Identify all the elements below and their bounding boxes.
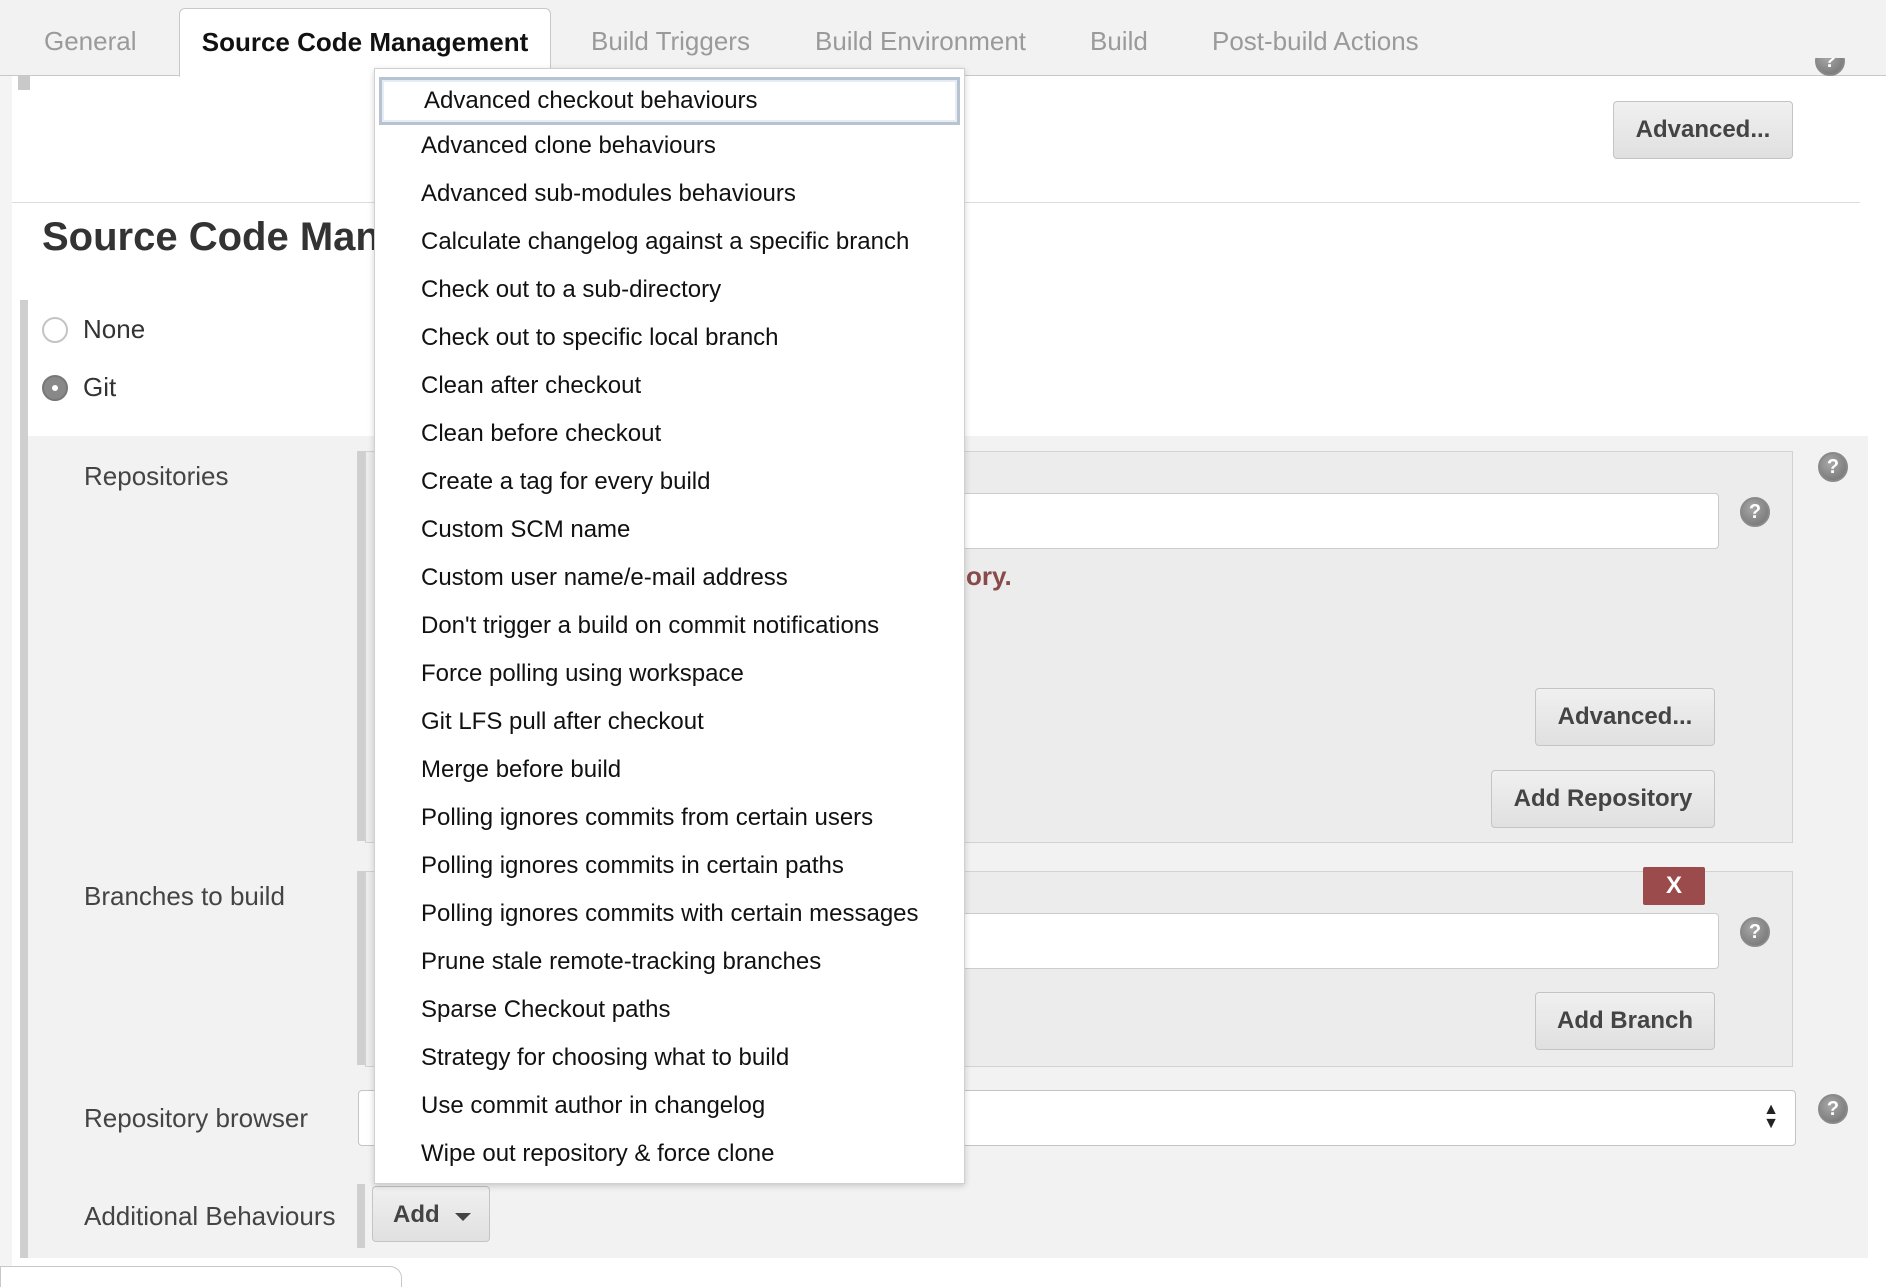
- dropdown-item[interactable]: Check out to a sub-directory: [375, 269, 964, 317]
- dropdown-item[interactable]: Create a tag for every build: [375, 461, 964, 509]
- add-repository-button[interactable]: Add Repository: [1491, 770, 1715, 828]
- repository-browser-label: Repository browser: [84, 1103, 308, 1133]
- repositories-label: Repositories: [84, 461, 229, 491]
- dropdown-item[interactable]: Wipe out repository & force clone: [375, 1133, 964, 1181]
- dropdown-item[interactable]: Force polling using workspace: [375, 653, 964, 701]
- radio-none-label[interactable]: None: [83, 314, 145, 345]
- dropdown-item[interactable]: Clean before checkout: [375, 413, 964, 461]
- help-icon[interactable]: ?: [1740, 917, 1770, 947]
- radio-none[interactable]: [42, 317, 68, 343]
- section-title: Source Code Man: [42, 215, 380, 259]
- additional-behaviours-label: Additional Behaviours: [84, 1201, 336, 1231]
- dropdown-list: Advanced checkout behaviours Advanced clo…: [375, 69, 964, 1181]
- help-icon[interactable]: ?: [1815, 58, 1845, 76]
- dropdown-item[interactable]: Strategy for choosing what to build: [375, 1037, 964, 1085]
- tab-build[interactable]: Build: [1090, 8, 1148, 74]
- tab-bar: General Source Code Management Build Tri…: [0, 0, 1886, 77]
- scm-rail: [20, 300, 28, 1258]
- dropdown-item[interactable]: Custom user name/e-mail address: [375, 557, 964, 605]
- add-behaviour-label: Add: [393, 1201, 440, 1228]
- additional-behaviours-rail: [357, 1184, 365, 1248]
- top-help-clip: ?: [1815, 58, 1845, 78]
- dropdown-item[interactable]: Advanced checkout behaviours: [379, 77, 960, 125]
- dropdown-item[interactable]: Polling ignores commits in certain paths: [375, 845, 964, 893]
- branches-label: Branches to build: [84, 881, 285, 911]
- tab-build-environment[interactable]: Build Environment: [815, 8, 1026, 74]
- dropdown-item[interactable]: Calculate changelog against a specific b…: [375, 221, 964, 269]
- delete-branch-button[interactable]: X: [1643, 867, 1705, 905]
- dropdown-item[interactable]: Polling ignores commits with certain mes…: [375, 893, 964, 941]
- repositories-rail: [357, 451, 365, 841]
- dropdown-item[interactable]: Clean after checkout: [375, 365, 964, 413]
- left-gutter: [0, 76, 12, 1284]
- dropdown-item[interactable]: Check out to specific local branch: [375, 317, 964, 365]
- tab-source-code-management[interactable]: Source Code Management: [179, 8, 551, 77]
- dropdown-item[interactable]: Custom SCM name: [375, 509, 964, 557]
- dropdown-item[interactable]: Advanced sub-modules behaviours: [375, 173, 964, 221]
- add-branch-button[interactable]: Add Branch: [1535, 992, 1715, 1050]
- branch-specifier-input[interactable]: [960, 913, 1719, 969]
- add-behaviour-button[interactable]: Add: [372, 1186, 490, 1242]
- dropdown-item[interactable]: Advanced clone behaviours: [375, 125, 964, 173]
- radio-git-label[interactable]: Git: [83, 372, 116, 403]
- dropdown-item[interactable]: Use commit author in changelog: [375, 1085, 964, 1133]
- help-icon[interactable]: ?: [1740, 497, 1770, 527]
- repository-url-input[interactable]: [960, 493, 1719, 549]
- dropdown-item[interactable]: Don't trigger a build on commit notifica…: [375, 605, 964, 653]
- help-icon[interactable]: ?: [1818, 452, 1848, 482]
- dropdown-item[interactable]: Prune stale remote-tracking branches: [375, 941, 964, 989]
- dropdown-item[interactable]: Git LFS pull after checkout: [375, 701, 964, 749]
- select-arrows-icon: ▲ ▼: [1763, 1101, 1779, 1132]
- tab-general[interactable]: General: [44, 8, 137, 74]
- dropdown-item[interactable]: Merge before build: [375, 749, 964, 797]
- additional-behaviours-dropdown: Advanced checkout behaviours Advanced clo…: [374, 68, 965, 1184]
- advanced-button-top[interactable]: Advanced...: [1613, 101, 1793, 159]
- tab-build-triggers[interactable]: Build Triggers: [591, 8, 750, 74]
- branches-rail: [357, 871, 365, 1065]
- help-icon[interactable]: ?: [1818, 1094, 1848, 1124]
- tab-post-build-actions[interactable]: Post-build Actions: [1212, 8, 1419, 74]
- dropdown-item[interactable]: Sparse Checkout paths: [375, 989, 964, 1037]
- dropdown-item[interactable]: Polling ignores commits from certain use…: [375, 797, 964, 845]
- caret-down-icon: [455, 1213, 471, 1221]
- repository-advanced-button[interactable]: Advanced...: [1535, 688, 1715, 746]
- repository-error-message: ory.: [966, 561, 1012, 591]
- section-rail: [18, 76, 30, 90]
- radio-git[interactable]: [42, 375, 68, 401]
